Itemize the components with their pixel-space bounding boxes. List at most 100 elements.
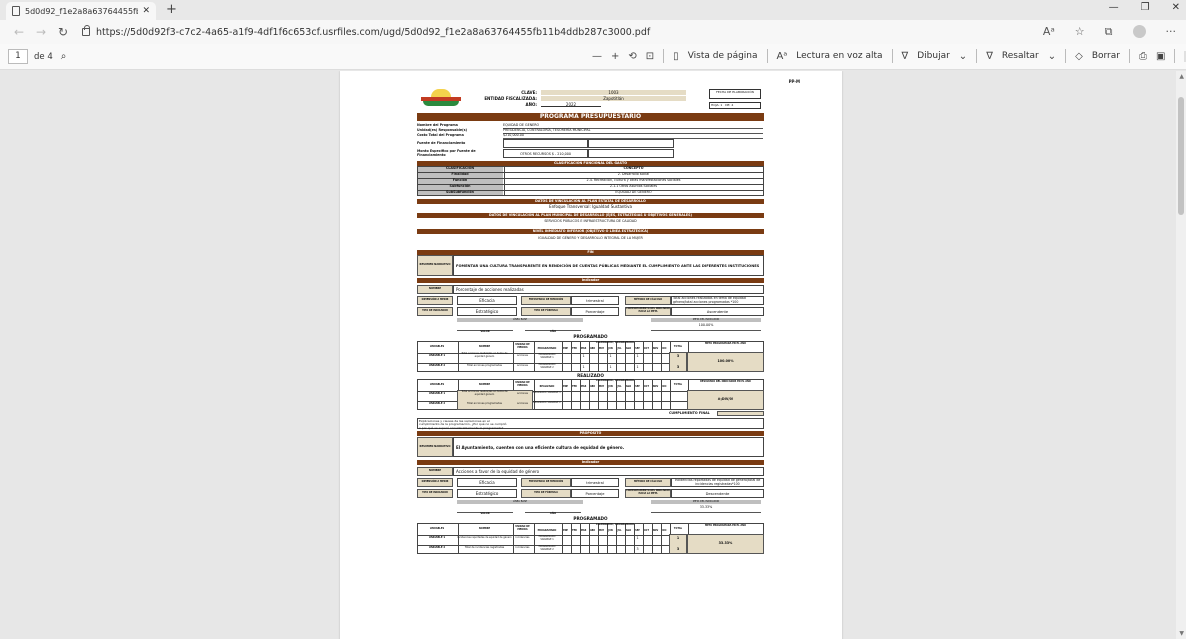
valor-label: VALOR <box>480 330 490 333</box>
fin-text: FOMENTAR UNA CULTURA TRANSPARENTE EN REN… <box>453 255 764 276</box>
ind-nombre: Acciones a favor de la equidad de género <box>453 467 764 476</box>
document-icon <box>12 6 20 16</box>
page-view-button[interactable]: Vista de página <box>688 51 758 61</box>
meta-result: 100.00% <box>717 359 734 363</box>
meta-value: 33.33% <box>699 505 713 509</box>
month-header: ENE <box>563 529 568 532</box>
var-name: VARIABLE 1 <box>428 354 446 357</box>
form-code: PP-M <box>788 79 800 84</box>
reload-icon[interactable]: ↻ <box>52 25 74 39</box>
th-nombre: NOMBRE <box>478 383 491 386</box>
restore-icon[interactable]: ❐ <box>1141 2 1150 13</box>
explicacion-text: Explicaciones y causas de las variacione… <box>419 419 507 430</box>
chevron-down-icon[interactable]: ⌄ <box>959 51 967 62</box>
window-controls: — ❐ ✕ <box>1109 2 1180 13</box>
draw-button[interactable]: Dibujar <box>917 51 950 61</box>
pdf-viewer: PP-M CLAVE: 1003 ENTIDAD FISCALIZADA: Za… <box>0 71 1186 639</box>
month-header: OCT <box>644 347 649 350</box>
month-value: 1 <box>636 536 639 540</box>
erase-button[interactable]: Borrar <box>1092 51 1120 61</box>
toolbar-divider <box>1128 49 1130 63</box>
highlight-button[interactable]: Resaltar <box>1002 51 1039 61</box>
month-value: 1 <box>636 354 639 358</box>
month-header: ENE <box>563 385 568 388</box>
ind-frecuencia-label: FRECUENCIA DE MEDICIÓN <box>528 480 564 483</box>
url-field[interactable]: https://5d0d92f3-c7c2-4a65-a1f9-4df1f6c6… <box>82 25 651 38</box>
read-mode-icon[interactable]: Aᵃ <box>1043 25 1055 39</box>
back-icon[interactable]: ← <box>8 25 30 39</box>
close-window-icon[interactable]: ✕ <box>1172 2 1180 13</box>
toolbar-divider <box>976 49 978 63</box>
vertical-scrollbar[interactable]: ▲ ▼ <box>1176 71 1186 639</box>
th-months: CALENDARIO / PROGRAMADO <box>596 523 634 526</box>
zoom-in-button[interactable]: + <box>611 51 619 62</box>
read-aloud-icon: Aᵃ <box>776 50 788 62</box>
ind-dimension: Eficacia <box>457 296 517 305</box>
month-header: NOV <box>652 529 659 532</box>
var-unit: acciones <box>517 364 528 367</box>
search-icon[interactable]: ⌕ <box>61 51 67 62</box>
funcional-key: SubSubfunción <box>446 190 474 194</box>
entidad-label: ENTIDAD FISCALIZADA: <box>484 96 537 101</box>
print-icon[interactable]: ⎙ <box>1139 51 1147 62</box>
close-tab-icon[interactable]: ✕ <box>142 6 150 16</box>
url-text: https://5d0d92f3-c7c2-4a65-a1f9-4df1f6c6… <box>96 26 651 38</box>
cumplimiento-label: CUMPLIMIENTO FINAL <box>669 411 710 415</box>
scroll-down-icon[interactable]: ▼ <box>1179 630 1184 637</box>
month-header: SEP <box>635 529 640 532</box>
favorite-icon[interactable]: ☆ <box>1075 25 1085 39</box>
collections-icon[interactable]: ⧉ <box>1105 25 1113 39</box>
month-value: 1 <box>636 365 639 369</box>
hoja-de: DE: 4 <box>725 103 734 107</box>
real-result: #¡DIV/0! <box>717 397 734 401</box>
meta-label: META DEL INDICADOR <box>651 318 761 322</box>
th-total: TOTAL <box>673 383 683 386</box>
funcional-value: EQUIDAD DE GENERO <box>615 190 652 194</box>
page-number-input[interactable]: 1 <box>8 49 28 64</box>
field-label: Monto Específico por Fuente de Financiam… <box>417 149 476 157</box>
zoom-out-button[interactable]: — <box>592 51 602 62</box>
profile-avatar[interactable] <box>1132 25 1146 38</box>
month-header: AGO <box>625 347 632 350</box>
ind-dimension: Eficacia <box>457 478 517 487</box>
funcional-key: Función <box>452 178 468 182</box>
ind-metodo-label: MÉTODO DE CÁLCULO <box>633 480 663 483</box>
month-header: JUN <box>608 347 613 350</box>
ind-nombre: Porcentaje de acciones realizadas <box>453 285 764 294</box>
month-header: MAY <box>598 347 605 350</box>
field-label: Fuente de Financiamiento <box>417 141 466 145</box>
funcional-key: Finalidad <box>451 172 469 176</box>
cumplimiento-value <box>717 411 764 416</box>
read-aloud-button[interactable]: Lectura en voz alta <box>796 51 882 61</box>
ind-tipo: Estratégico <box>457 489 517 498</box>
month-header: OCT <box>644 385 649 388</box>
save-icon[interactable]: ▣ <box>1156 51 1165 62</box>
minimize-icon[interactable]: — <box>1109 2 1119 13</box>
th-nombre: NOMBRE <box>478 345 491 348</box>
month-value: 1 <box>582 354 585 358</box>
month-header: ABR <box>589 529 596 532</box>
rotate-icon[interactable]: ⟲ <box>628 51 636 62</box>
month-header: DIC <box>662 347 667 350</box>
ind-nombre-label: NOMBRE <box>428 469 442 472</box>
pdf-toolbar: 1 de 4 ⌕ — + ⟲ ⊡ ▯ Vista de página Aᵃ Le… <box>0 44 1186 70</box>
forward-icon[interactable]: → <box>30 25 52 39</box>
meta-result: 33.33% <box>718 541 733 545</box>
tab-strip: 5d0d92_f1e2a8a63764455fb11b ✕ + <box>0 0 1186 20</box>
var-type: PROGRAMADO VARIABLE 2 <box>538 363 556 369</box>
more-icon[interactable]: ··· <box>1166 25 1177 39</box>
scrollbar-thumb[interactable] <box>1178 97 1184 215</box>
browser-tab[interactable]: 5d0d92_f1e2a8a63764455fb11b ✕ <box>6 2 156 20</box>
chevron-down-icon[interactable]: ⌄ <box>1048 51 1056 62</box>
scroll-up-icon[interactable]: ▲ <box>1179 73 1184 80</box>
ind-tipo: Estratégico <box>457 307 517 316</box>
eraser-icon: ◇ <box>1075 50 1083 62</box>
ind-metodo-label: MÉTODO DE CÁLCULO <box>633 298 663 301</box>
new-tab-button[interactable]: + <box>166 2 177 20</box>
fit-page-icon[interactable]: ⊡ <box>646 51 654 62</box>
var-name: VARIABLE 2 <box>428 546 446 549</box>
ind-tipo-label: TIPO DE INDICADOR <box>422 309 448 312</box>
explicacion-box: Explicaciones y causas de las variacione… <box>417 418 764 430</box>
toolbar-divider <box>891 49 893 63</box>
ind-dimension-label: DIMENSIÓN A MEDIR <box>421 480 449 483</box>
